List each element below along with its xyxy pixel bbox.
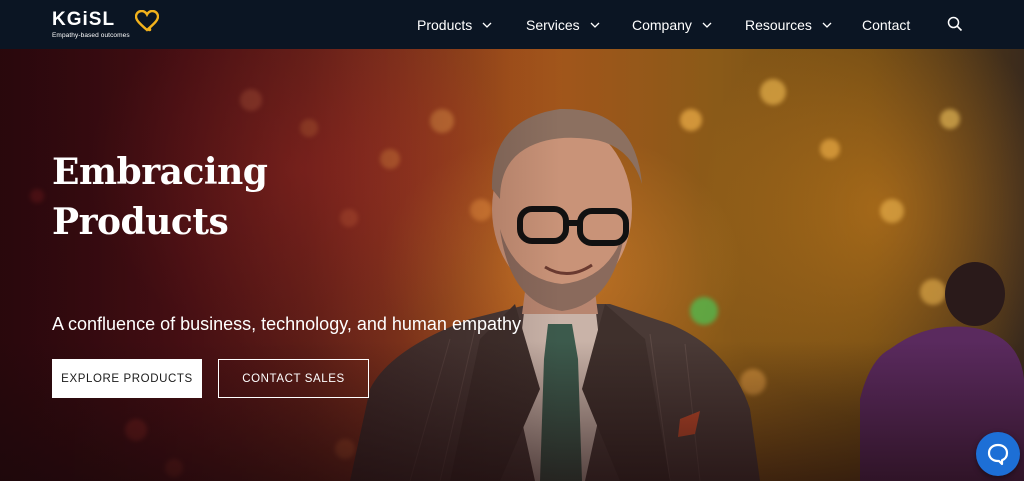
hero-subtitle: A confluence of business, technology, an… xyxy=(52,314,521,334)
contact-sales-button[interactable]: CONTACT SALES xyxy=(218,359,369,398)
chat-widget-button[interactable] xyxy=(976,432,1020,476)
site-header: KGiSL Empathy-based outcomes Products Se… xyxy=(0,0,1024,49)
logo-tagline: Empathy-based outcomes xyxy=(52,32,130,39)
brand-logo[interactable]: KGiSL Empathy-based outcomes xyxy=(52,9,162,39)
nav-item-company[interactable]: Company xyxy=(632,17,712,33)
nav-label: Company xyxy=(632,16,692,33)
nav-item-resources[interactable]: Resources xyxy=(745,17,832,33)
chat-bubble-icon xyxy=(987,443,1009,466)
nav-item-contact[interactable]: Contact xyxy=(862,17,910,33)
nav-label: Services xyxy=(526,16,580,33)
hero-section xyxy=(0,49,1024,481)
nav-label: Contact xyxy=(862,16,911,33)
hero-title: Embracing Products xyxy=(52,147,268,247)
chevron-down-icon xyxy=(702,22,712,28)
logo-wordmark: KGiSL xyxy=(52,9,116,30)
hero-title-line1: Embracing xyxy=(52,151,268,193)
heart-icon xyxy=(135,10,159,32)
search-icon[interactable] xyxy=(947,16,963,32)
chevron-down-icon xyxy=(822,22,832,28)
nav-label: Products xyxy=(417,16,473,33)
nav-item-products[interactable]: Products xyxy=(417,17,492,33)
chevron-down-icon xyxy=(482,22,492,28)
nav-label: Resources xyxy=(745,16,812,33)
chevron-down-icon xyxy=(590,22,600,28)
hero-title-line2: Products xyxy=(52,201,229,243)
explore-products-button[interactable]: EXPLORE PRODUCTS xyxy=(52,359,202,398)
nav-item-services[interactable]: Services xyxy=(526,17,600,33)
